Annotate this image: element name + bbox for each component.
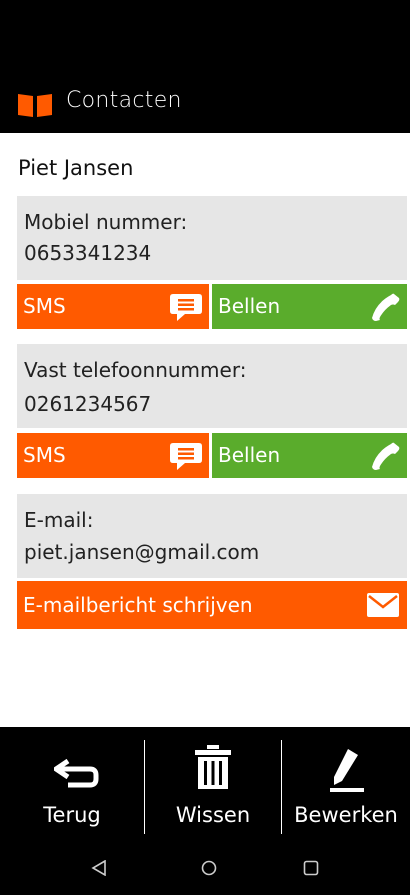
page-title: Contacten <box>66 88 182 113</box>
email-label: E-mail: <box>24 508 94 532</box>
message-icon <box>170 294 202 321</box>
landline-number-label: Vast telefoonnummer: <box>24 358 247 382</box>
landline-number-card: Vast telefoonnummer: 0261234567 <box>17 344 407 428</box>
envelope-icon <box>367 593 399 617</box>
pencil-icon <box>330 749 364 792</box>
email-card: E-mail: piet.jansen@gmail.com <box>17 494 407 578</box>
mobile-sms-button[interactable]: SMS <box>17 284 209 329</box>
edit-button[interactable]: Bewerken <box>282 727 410 840</box>
write-email-label: E-mailbericht schrijven <box>23 593 253 617</box>
bottom-action-bar: Terug Wissen Bewerken <box>0 727 410 840</box>
write-email-button[interactable]: E-mailbericht schrijven <box>17 581 407 629</box>
email-value: piet.jansen@gmail.com <box>24 540 260 564</box>
landline-call-button[interactable]: Bellen <box>212 433 407 478</box>
app-header: Contacten <box>0 0 410 133</box>
back-arrow-icon <box>54 758 99 788</box>
trash-icon <box>195 745 231 789</box>
landline-number-value: 0261234567 <box>24 392 152 416</box>
message-icon <box>170 443 202 470</box>
system-nav-bar <box>0 840 410 895</box>
back-button[interactable]: Terug <box>0 727 144 840</box>
book-icon <box>18 94 52 117</box>
phone-icon <box>372 442 400 470</box>
nav-back-icon[interactable] <box>91 860 107 876</box>
phone-icon <box>372 293 400 321</box>
call-button-label: Bellen <box>218 294 281 318</box>
landline-actions: SMS Bellen <box>17 433 407 478</box>
delete-button[interactable]: Wissen <box>145 727 281 840</box>
landline-sms-button[interactable]: SMS <box>17 433 209 478</box>
mobile-number-card: Mobiel nummer: 0653341234 <box>17 196 407 280</box>
sms-button-label: SMS <box>23 443 66 467</box>
back-label: Terug <box>43 803 101 827</box>
nav-recents-icon[interactable] <box>303 860 319 876</box>
nav-home-icon[interactable] <box>201 860 217 876</box>
mobile-call-button[interactable]: Bellen <box>212 284 407 329</box>
call-button-label: Bellen <box>218 443 281 467</box>
mobile-actions: SMS Bellen <box>17 284 407 329</box>
sms-button-label: SMS <box>23 294 66 318</box>
mobile-number-value: 0653341234 <box>24 241 152 265</box>
contact-name: Piet Jansen <box>18 156 134 180</box>
delete-label: Wissen <box>175 803 251 827</box>
edit-label: Bewerken <box>294 803 398 827</box>
mobile-number-label: Mobiel nummer: <box>24 210 188 234</box>
